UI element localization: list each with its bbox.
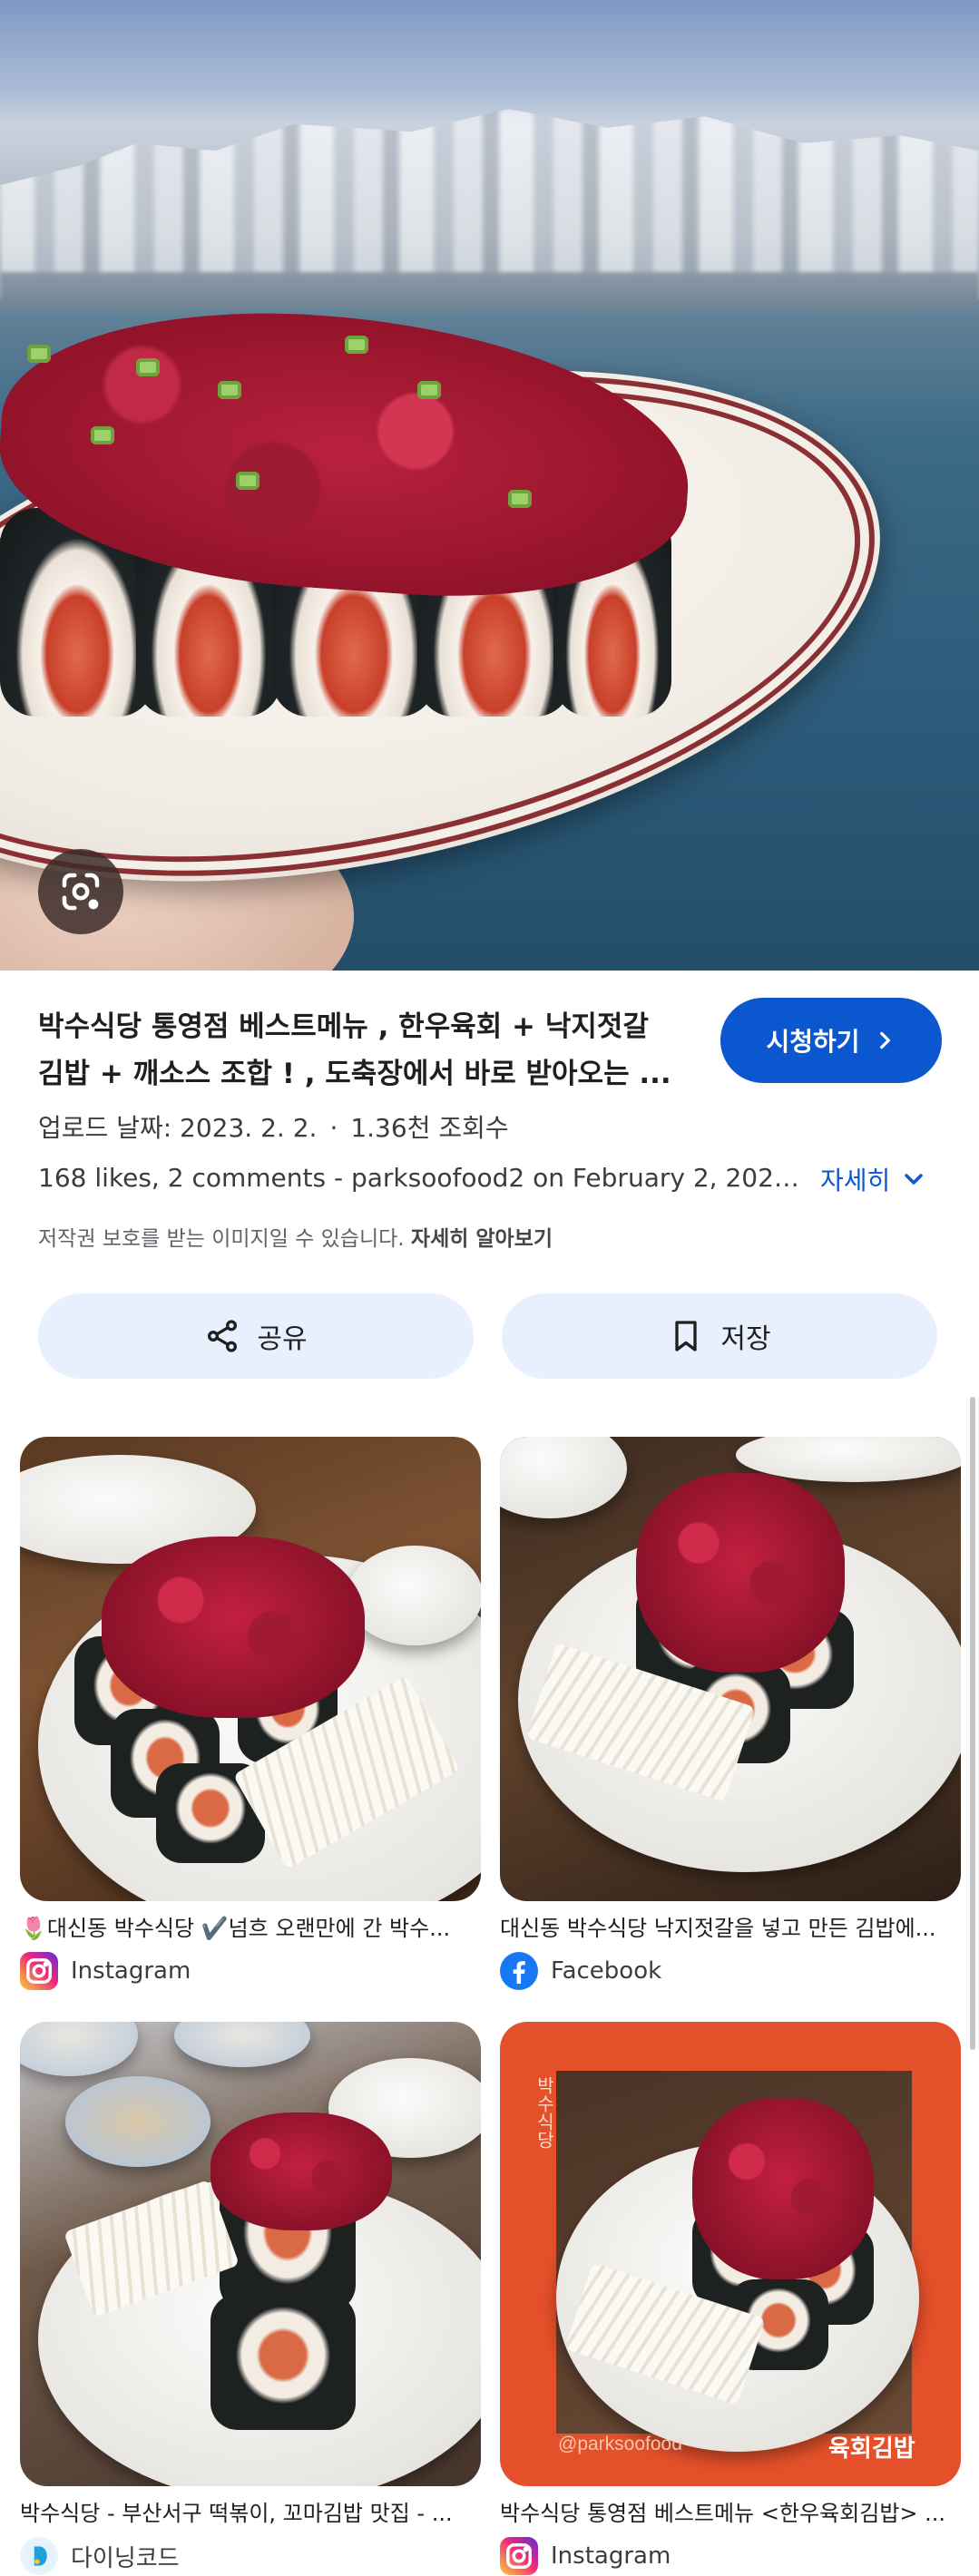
related-thumbnail[interactable] <box>20 1437 481 1901</box>
related-caption[interactable]: 🌷대신동 박수식당 ✔️넘흐 오랜만에 간 박수... <box>20 1910 492 1942</box>
sauce-bowl <box>65 2076 210 2167</box>
save-button[interactable]: 저장 <box>502 1293 937 1379</box>
related-thumbnail[interactable]: 박수식당 @parksoofood 육회김밥 <box>500 2022 961 2486</box>
related-caption[interactable]: 대신동 박수식당 낙지젓갈을 넣고 만든 김밥에... <box>500 1910 972 1942</box>
scallion <box>218 381 241 399</box>
city-background <box>0 109 979 299</box>
side-plate <box>500 1437 627 1518</box>
learn-more-link[interactable]: 자세히 알아보기 <box>411 1227 553 1251</box>
lens-button[interactable] <box>38 849 123 934</box>
share-label: 공유 <box>257 1323 308 1355</box>
share-icon <box>208 1320 238 1352</box>
beef-tartare <box>210 2113 392 2230</box>
frame-vertical-text: 박수식당 <box>534 2076 553 2149</box>
side-bowl <box>20 2022 138 2076</box>
scallion <box>345 336 368 354</box>
save-label: 저장 <box>720 1323 771 1355</box>
related-card[interactable]: 박수식당 - 부산서구 떡볶이, 꼬마김밥 맛집 - ... 다이닝코드 <box>20 2022 481 2575</box>
related-thumbnail[interactable] <box>500 1437 961 1901</box>
related-thumbnail[interactable] <box>20 2022 481 2486</box>
source-name: Instagram <box>551 2542 671 2570</box>
related-caption[interactable]: 박수식당 통영점 베스트메뉴 <한우육회김밥> ... <box>500 2495 972 2527</box>
beef-tartare <box>692 2098 874 2279</box>
result-title[interactable]: 박수식당 통영점 베스트메뉴 , 한우육회 + 낙지젓갈 김밥 + 깨소스 조합… <box>38 1003 682 1098</box>
photo-frame <box>556 2071 919 2452</box>
facebook-icon <box>500 1952 538 1990</box>
scallion <box>417 381 441 399</box>
view-count: 1.36천 조회수 <box>350 1113 509 1143</box>
diningcode-icon <box>20 2537 58 2575</box>
beef-tartare <box>636 1473 845 1673</box>
scallion <box>27 345 51 363</box>
frame-dish-name: 육회김밥 <box>828 2435 915 2462</box>
frame-handle: @parksoofood <box>558 2434 682 2454</box>
scallion <box>236 472 259 490</box>
source-name: Instagram <box>71 1957 191 1985</box>
hero-image[interactable] <box>0 0 979 971</box>
copyright-notice: 저작권 보호를 받는 이미지일 수 있습니다. 자세히 알아보기 <box>38 1221 553 1252</box>
sauce-bowl <box>347 1546 481 1645</box>
related-source[interactable]: Instagram <box>500 2537 671 2575</box>
watch-button[interactable]: 시청하기 <box>720 998 942 1083</box>
more-button[interactable]: 자세히 <box>820 1161 928 1197</box>
related-card[interactable]: 🌷대신동 박수식당 ✔️넘흐 오랜만에 간 박수... Instagram <box>20 1437 481 1990</box>
meta-separator: · <box>329 1113 338 1143</box>
related-source[interactable]: Facebook <box>500 1952 661 1990</box>
source-name: Facebook <box>551 1957 662 1985</box>
scallion <box>508 490 532 508</box>
instagram-icon <box>500 2537 538 2575</box>
result-description: 168 likes, 2 comments - parksoofood2 on … <box>38 1163 806 1193</box>
related-card[interactable]: 대신동 박수식당 낙지젓갈을 넣고 만든 김밥에... Facebook <box>500 1437 961 1990</box>
beef-tartare <box>102 1537 365 1718</box>
upload-meta: 업로드 날짜: 2023. 2. 2. · 1.36천 조회수 <box>38 1108 509 1145</box>
instagram-icon <box>20 1952 58 1990</box>
related-card[interactable]: 박수식당 @parksoofood 육회김밥 박수식당 통영점 베스트메뉴 <한… <box>500 2022 961 2575</box>
more-label: 자세히 <box>820 1166 891 1195</box>
copyright-text: 저작권 보호를 받는 이미지일 수 있습니다. <box>38 1227 405 1251</box>
side-bowl <box>174 2022 310 2067</box>
source-name: 다이닝코드 <box>71 2544 180 2572</box>
chevron-down-icon <box>905 1174 924 1185</box>
bookmark-icon <box>675 1321 698 1351</box>
scallion <box>91 426 114 444</box>
scrollbar[interactable] <box>970 1397 975 2050</box>
related-source[interactable]: Instagram <box>20 1952 191 1990</box>
scallion <box>136 358 160 376</box>
chevron-right-icon <box>879 1031 890 1049</box>
kimbap-stack <box>210 2294 356 2430</box>
related-caption[interactable]: 박수식당 - 부산서구 떡볶이, 꼬마김밥 맛집 - ... <box>20 2495 492 2527</box>
share-button[interactable]: 공유 <box>38 1293 474 1379</box>
upload-date: 업로드 날짜: 2023. 2. 2. <box>38 1113 318 1143</box>
google-lens-icon <box>62 873 100 911</box>
shoreline <box>0 272 979 308</box>
related-source[interactable]: 다이닝코드 <box>20 2537 180 2575</box>
watch-label: 시청하기 <box>766 1027 860 1057</box>
